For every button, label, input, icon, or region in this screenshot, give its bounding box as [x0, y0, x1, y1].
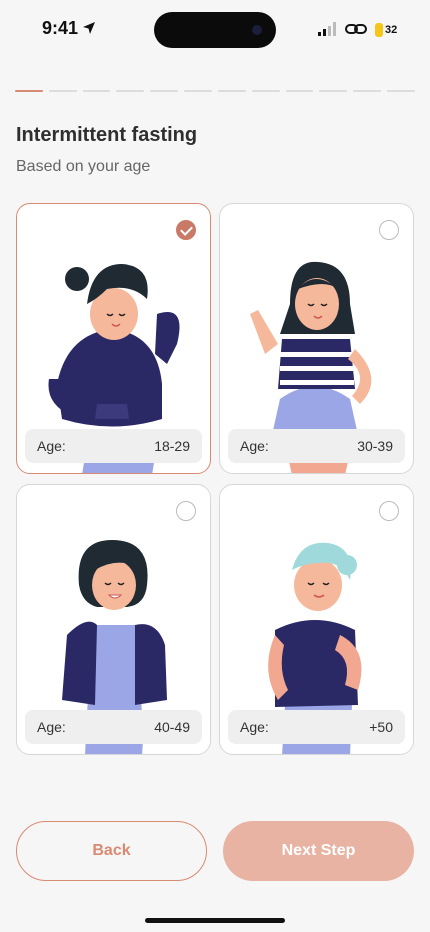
- age-pill: Age: 18-29: [25, 429, 202, 463]
- radio-unchecked-icon[interactable]: [176, 501, 196, 521]
- age-range: +50: [369, 719, 393, 735]
- progress-segment: [353, 90, 382, 92]
- age-label: Age:: [37, 719, 66, 735]
- radio-unchecked-icon[interactable]: [379, 501, 399, 521]
- age-range: 18-29: [154, 438, 190, 454]
- age-label: Age:: [37, 438, 66, 454]
- progress-segment: [116, 90, 145, 92]
- progress-segment: [285, 90, 314, 92]
- progress-segment: [387, 90, 415, 92]
- page-title: Intermittent fasting: [16, 124, 198, 146]
- link-icon: [345, 24, 367, 34]
- age-option-18-29[interactable]: Age: 18-29: [16, 203, 211, 474]
- battery-level: 32: [385, 24, 398, 36]
- age-pill: Age: +50: [228, 710, 405, 744]
- age-pill: Age: 30-39: [228, 429, 405, 463]
- progress-segment: [217, 90, 246, 92]
- progress-segment: [82, 90, 111, 92]
- next-step-button[interactable]: Next Step: [223, 821, 414, 881]
- age-options-grid: Age: 18-29 Age: 30-39 Age: 40-49 Age: +5…: [16, 203, 414, 755]
- age-label: Age:: [240, 719, 269, 735]
- status-bar: 9:41 32: [0, 0, 430, 60]
- progress-segment: [48, 90, 77, 92]
- progress-segment: [319, 90, 348, 92]
- step-progress: [15, 90, 415, 93]
- cellular-signal-icon: [318, 22, 336, 36]
- radio-unchecked-icon[interactable]: [379, 220, 399, 240]
- age-range: 40-49: [154, 719, 190, 735]
- age-pill: Age: 40-49: [25, 710, 202, 744]
- age-option-50-plus[interactable]: Age: +50: [219, 484, 414, 755]
- dynamic-island: [154, 12, 276, 48]
- status-time: 9:41: [42, 18, 79, 38]
- age-option-30-39[interactable]: Age: 30-39: [219, 203, 414, 474]
- age-label: Age:: [240, 438, 269, 454]
- progress-segment: [15, 90, 43, 92]
- progress-segment: [251, 90, 280, 92]
- back-button[interactable]: Back: [16, 821, 207, 881]
- progress-segment: [184, 90, 212, 92]
- battery-indicator: 32: [375, 22, 397, 38]
- battery-icon: [375, 23, 383, 37]
- progress-segment: [150, 90, 179, 92]
- page-subtitle: Based on your age: [16, 158, 151, 175]
- home-indicator[interactable]: [145, 918, 285, 923]
- radio-checked-icon[interactable]: [176, 220, 196, 240]
- location-arrow-icon: [83, 22, 95, 34]
- age-option-40-49[interactable]: Age: 40-49: [16, 484, 211, 755]
- age-range: 30-39: [357, 438, 393, 454]
